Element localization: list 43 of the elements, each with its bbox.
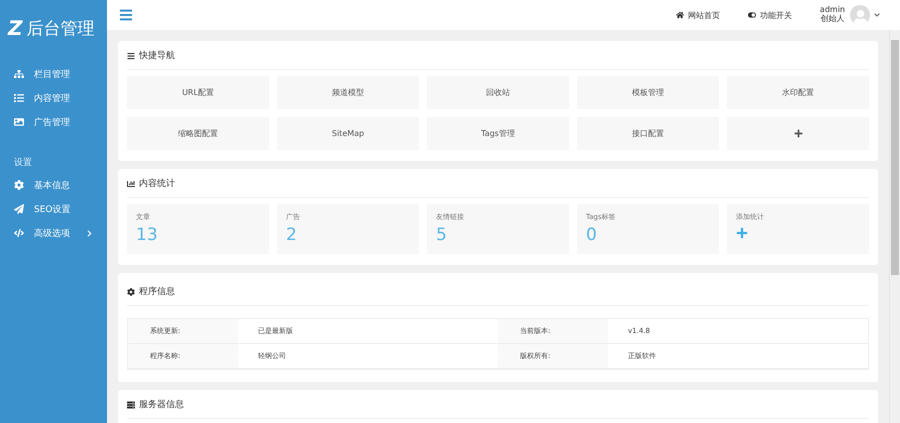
home-icon: [676, 11, 684, 19]
bar-chart-icon: [127, 180, 135, 188]
paper-plane-icon: [14, 204, 24, 214]
card-title: 程序信息: [139, 286, 175, 298]
top-link[interactable]: 功能开关: [748, 10, 792, 20]
stat-value: 5: [436, 227, 448, 244]
scrollbar[interactable]: [889, 30, 900, 423]
toggle-icon: [748, 11, 756, 19]
quick-nav-button[interactable]: SiteMap: [277, 117, 419, 150]
quick-nav-button[interactable]: 水印配置: [727, 76, 869, 109]
caret-icon[interactable]: [874, 12, 880, 18]
menu-icon[interactable]: [119, 8, 133, 22]
stat-value: 13: [136, 227, 159, 244]
logo-title: 后台管理: [26, 18, 95, 40]
quick-nav-button[interactable]: 回收站: [427, 76, 569, 109]
plus-icon: [794, 129, 802, 138]
quick-nav-button[interactable]: 频道模型: [277, 76, 419, 109]
add-button[interactable]: [727, 117, 869, 150]
quick-nav-button[interactable]: 缩略图配置: [127, 117, 269, 150]
card-title: 服务器信息: [139, 398, 184, 411]
sidebar-section-title: 设置: [13, 156, 33, 170]
quick-nav-button[interactable]: 模板管理: [577, 76, 719, 109]
logo-mark: Z: [8, 16, 23, 40]
quick-nav-button[interactable]: URL配置: [127, 76, 269, 109]
sitemap-icon: [14, 69, 24, 79]
gear-icon: [127, 288, 135, 296]
plus-icon: [736, 227, 748, 239]
server-icon: [127, 400, 135, 408]
stat-value: 0: [586, 227, 598, 244]
quick-nav-button[interactable]: 接口配置: [577, 117, 719, 150]
chevron-icon: [86, 230, 93, 236]
list-icon: [14, 93, 24, 103]
user-role: 创始人: [820, 15, 844, 24]
image-icon: [14, 117, 24, 127]
quick-nav-button[interactable]: Tags管理: [427, 117, 569, 150]
list-icon: [127, 52, 135, 60]
code-icon: [14, 228, 24, 238]
user-name: admin: [820, 6, 845, 14]
stat-value: 2: [286, 227, 298, 244]
top-link[interactable]: 网站首页: [676, 10, 720, 20]
card-title: 内容统计: [139, 178, 175, 190]
card-title: 快捷导航: [139, 50, 175, 62]
gear-icon: [14, 180, 24, 190]
